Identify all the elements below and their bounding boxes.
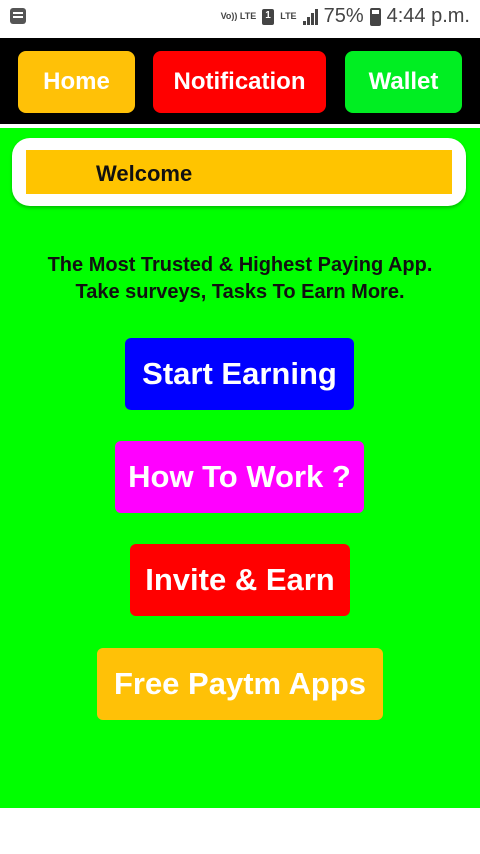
- battery-icon: [369, 7, 381, 26]
- welcome-card: Welcome: [12, 138, 466, 206]
- invite-earn-button[interactable]: Invite & Earn: [130, 544, 350, 616]
- clock: 4:44 p.m.: [386, 5, 470, 27]
- lte-indicator: LTE: [280, 11, 297, 21]
- top-nav: Home Notification Wallet: [0, 34, 480, 124]
- sim-icon: [262, 8, 275, 25]
- volte-indicator: Vo)) LTE: [220, 11, 257, 21]
- start-earning-button[interactable]: Start Earning: [125, 338, 354, 410]
- notification-list-icon: [10, 8, 26, 24]
- battery-percent: 75%: [323, 5, 364, 27]
- main-content: Welcome The Most Trusted & Highest Payin…: [0, 128, 480, 808]
- tagline-line-1: The Most Trusted & Highest Paying App.: [47, 254, 433, 276]
- notification-button[interactable]: Notification: [153, 51, 326, 113]
- tagline-line-2: Take surveys, Tasks To Earn More.: [75, 281, 405, 303]
- status-bar: Vo)) LTE LTE 75% 4:44 p.m.: [0, 0, 480, 34]
- how-to-work-button[interactable]: How To Work ?: [115, 441, 364, 513]
- bottom-area: [0, 808, 480, 854]
- free-paytm-apps-button[interactable]: Free Paytm Apps: [97, 648, 383, 720]
- home-button[interactable]: Home: [18, 51, 135, 113]
- welcome-text: Welcome: [96, 161, 193, 186]
- wallet-button[interactable]: Wallet: [345, 51, 462, 113]
- welcome-banner: Welcome: [26, 150, 452, 194]
- signal-icon: [302, 8, 318, 25]
- status-right: Vo)) LTE LTE 75% 4:44 p.m.: [221, 5, 470, 28]
- tagline: The Most Trusted & Highest Paying App. T…: [0, 252, 480, 306]
